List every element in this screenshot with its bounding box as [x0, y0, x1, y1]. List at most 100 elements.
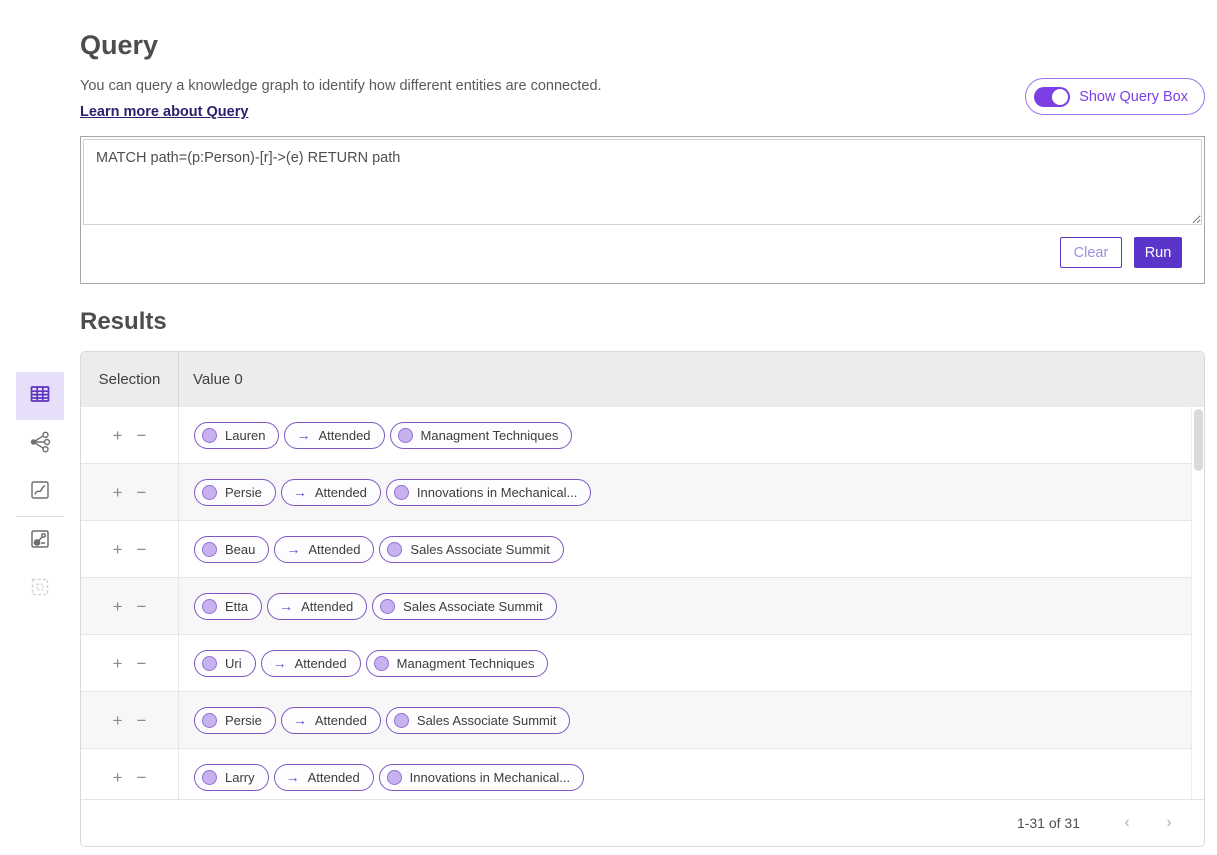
edge-pill[interactable]: →Attended [281, 479, 381, 506]
node-pill-target[interactable]: Managment Techniques [390, 422, 573, 449]
node-pill-source[interactable]: Larry [194, 764, 269, 791]
collapse-row-button[interactable]: − [137, 598, 147, 615]
node-icon [380, 599, 395, 614]
run-button[interactable]: Run [1134, 237, 1182, 268]
node-icon [374, 656, 389, 671]
collapse-row-button[interactable]: − [137, 769, 147, 786]
collapse-row-button[interactable]: − [137, 484, 147, 501]
node-icon [394, 713, 409, 728]
chevron-right-icon: › [1166, 814, 1171, 831]
expand-row-button[interactable]: + [113, 769, 123, 786]
expand-row-button[interactable]: + [113, 655, 123, 672]
page-title: Query [80, 30, 1205, 61]
node-pill-source[interactable]: Uri [194, 650, 256, 677]
edge-pill[interactable]: →Attended [261, 650, 361, 677]
expand-row-button[interactable]: + [113, 484, 123, 501]
arrow-right-icon: → [273, 655, 287, 671]
clear-button[interactable]: Clear [1060, 237, 1122, 268]
query-input[interactable]: MATCH path=(p:Person)-[r]->(e) RETURN pa… [83, 139, 1202, 225]
value-cell: Etta→AttendedSales Associate Summit [179, 578, 1204, 634]
sidebar-item-table-view[interactable] [16, 372, 64, 420]
learn-more-link[interactable]: Learn more about Query [80, 104, 248, 120]
edge-pill[interactable]: →Attended [267, 593, 367, 620]
node-pill-source[interactable]: Persie [194, 479, 276, 506]
node-icon [202, 770, 217, 785]
node-pill-target[interactable]: Sales Associate Summit [386, 707, 570, 734]
arrow-right-icon: → [286, 541, 300, 557]
graph-view-icon [28, 430, 52, 459]
results-table: Selection Value 0 +−Lauren→AttendedManag… [80, 351, 1205, 847]
edge-pill[interactable]: →Attended [284, 422, 384, 449]
table-row: +−Lauren→AttendedManagment Techniques [81, 407, 1204, 464]
expand-row-button[interactable]: + [113, 427, 123, 444]
select-region-icon [28, 575, 52, 604]
table-row: +− Uri→AttendedManagment Techniques [81, 635, 1204, 692]
node-pill-target[interactable]: Sales Associate Summit [372, 593, 556, 620]
chevron-left-icon: ‹ [1124, 814, 1129, 831]
collapse-row-button[interactable]: − [137, 655, 147, 672]
arrow-right-icon: → [293, 484, 307, 500]
view-switcher-sidebar [16, 372, 64, 613]
edge-pill[interactable]: →Attended [274, 536, 374, 563]
toggle-label: Show Query Box [1079, 89, 1188, 105]
pagination-range-label: 1-31 of 31 [1017, 815, 1080, 831]
intro-text-block: You can query a knowledge graph to ident… [80, 78, 602, 121]
sidebar-item-export-graph[interactable] [16, 517, 64, 565]
table-view-icon [28, 382, 52, 411]
page-description: You can query a knowledge graph to ident… [80, 78, 602, 94]
expand-row-button[interactable]: + [113, 712, 123, 729]
node-icon [398, 428, 413, 443]
selection-cell: +− [81, 635, 179, 691]
node-pill-target[interactable]: Innovations in Mechanical... [379, 764, 584, 791]
value-cell: Lauren→AttendedManagment Techniques [179, 407, 1204, 463]
node-pill-source[interactable]: Lauren [194, 422, 279, 449]
toggle-switch-icon[interactable] [1034, 87, 1070, 107]
table-header-row: Selection Value 0 [81, 352, 1204, 407]
table-row: +− Beau→AttendedSales Associate Summit [81, 521, 1204, 578]
expand-row-button[interactable]: + [113, 541, 123, 558]
query-actions-bar: Clear Run [81, 227, 1204, 283]
node-icon [202, 428, 217, 443]
node-pill-target[interactable]: Managment Techniques [366, 650, 549, 677]
node-pill-source[interactable]: Beau [194, 536, 269, 563]
pagination-prev-button[interactable]: ‹ [1106, 813, 1148, 833]
sidebar-item-graph-view[interactable] [16, 420, 64, 468]
node-icon [202, 542, 217, 557]
value-cell: Larry→AttendedInnovations in Mechanical.… [179, 749, 1204, 799]
table-row: +−Etta→AttendedSales Associate Summit [81, 578, 1204, 635]
chart-view-icon [28, 478, 52, 507]
export-graph-icon [28, 527, 52, 556]
main-content: Query You can query a knowledge graph to… [80, 0, 1205, 847]
arrow-right-icon: → [279, 598, 293, 614]
node-pill-source[interactable]: Etta [194, 593, 262, 620]
node-icon [387, 542, 402, 557]
collapse-row-button[interactable]: − [137, 541, 147, 558]
show-query-box-toggle[interactable]: Show Query Box [1025, 78, 1205, 115]
selection-cell: +− [81, 464, 179, 520]
node-pill-source[interactable]: Persie [194, 707, 276, 734]
edge-pill[interactable]: →Attended [281, 707, 381, 734]
collapse-row-button[interactable]: − [137, 427, 147, 444]
query-box-card: MATCH path=(p:Person)-[r]->(e) RETURN pa… [80, 136, 1205, 284]
node-icon [202, 713, 217, 728]
arrow-right-icon: → [286, 769, 300, 785]
scrollbar-thumb[interactable] [1194, 409, 1203, 471]
node-icon [202, 656, 217, 671]
edge-pill[interactable]: →Attended [274, 764, 374, 791]
vertical-scrollbar[interactable] [1191, 407, 1204, 799]
node-icon [202, 485, 217, 500]
sidebar-item-select-region [16, 565, 64, 613]
node-pill-target[interactable]: Innovations in Mechanical... [386, 479, 591, 506]
node-pill-target[interactable]: Sales Associate Summit [379, 536, 563, 563]
selection-cell: +− [81, 407, 179, 463]
value-cell: Persie→AttendedSales Associate Summit [179, 692, 1204, 748]
intro-row: You can query a knowledge graph to ident… [80, 78, 1205, 121]
node-icon [387, 770, 402, 785]
selection-cell: +− [81, 578, 179, 634]
expand-row-button[interactable]: + [113, 598, 123, 615]
table-footer: 1-31 of 31 ‹ › [81, 799, 1204, 846]
collapse-row-button[interactable]: − [137, 712, 147, 729]
sidebar-item-chart-view[interactable] [16, 468, 64, 516]
toggle-knob [1052, 89, 1068, 105]
pagination-next-button[interactable]: › [1148, 813, 1190, 833]
